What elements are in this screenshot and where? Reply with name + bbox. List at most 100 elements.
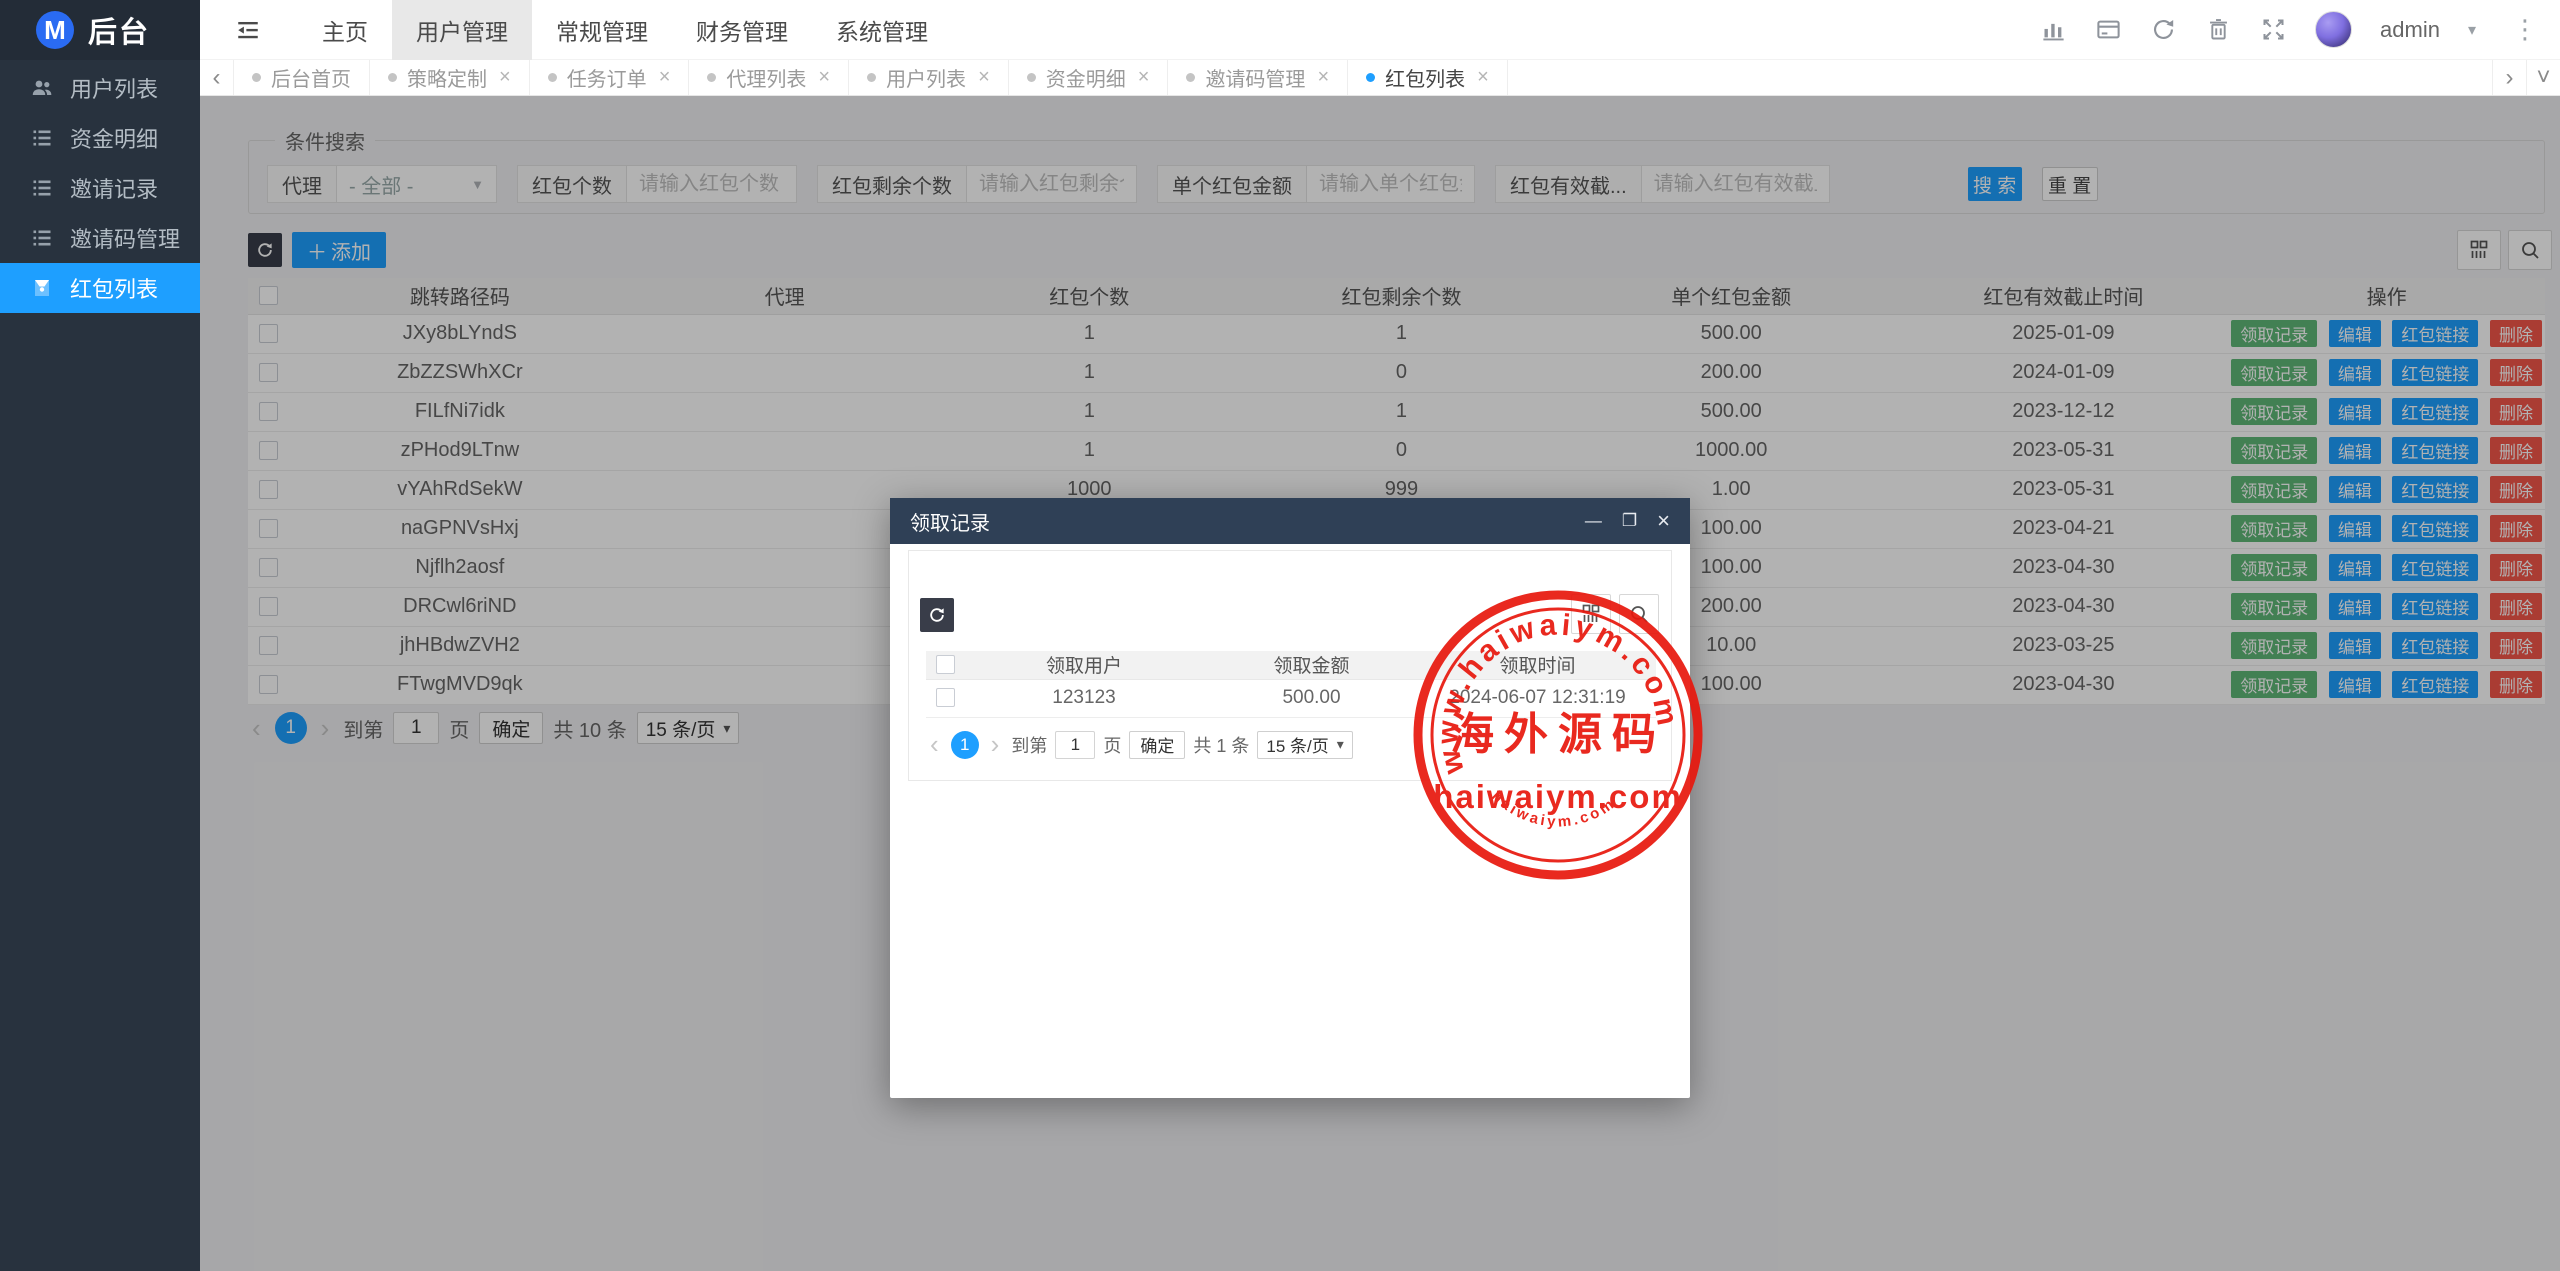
tab-close-icon[interactable]: × bbox=[659, 66, 671, 89]
tab[interactable]: 邀请码管理 × bbox=[1168, 60, 1348, 95]
brand-logo-icon: M bbox=[36, 11, 74, 49]
tab-label: 用户列表 bbox=[886, 63, 966, 92]
nav-item-user-mgmt[interactable]: 用户管理 bbox=[392, 0, 532, 60]
tab-close-icon[interactable]: × bbox=[978, 66, 990, 89]
tabs: 后台首页 × 策略定制 × 任务订单 × 代理列表 × 用户列表 bbox=[234, 60, 2492, 95]
modal-col-user: 领取用户 bbox=[964, 651, 1204, 679]
sidebar: M 后台 用户列表 资金明细 邀请记录 邀请码管理 红包列表 bbox=[0, 0, 200, 1271]
nav-item-home[interactable]: 主页 bbox=[298, 0, 392, 60]
modal-refresh-button[interactable] bbox=[920, 598, 954, 632]
tab[interactable]: 策略定制 × bbox=[370, 60, 530, 95]
nav-item-system-mgmt[interactable]: 系统管理 bbox=[812, 0, 952, 60]
modal-current-page[interactable]: 1 bbox=[951, 731, 979, 759]
fullscreen-icon[interactable] bbox=[2260, 16, 2287, 43]
chevron-down-icon[interactable]: ▾ bbox=[2468, 20, 2476, 40]
tabs-menu-icon[interactable]: ˅ bbox=[2526, 60, 2560, 95]
tab[interactable]: 代理列表 × bbox=[689, 60, 849, 95]
tab-label: 邀请码管理 bbox=[1205, 63, 1305, 92]
modal-title: 领取记录 bbox=[910, 507, 990, 536]
modal-page-input[interactable] bbox=[1055, 731, 1095, 759]
sidebar-item-label: 资金明细 bbox=[70, 122, 158, 154]
tab[interactable]: 任务订单 × bbox=[530, 60, 690, 95]
tab-dot-icon bbox=[548, 73, 557, 82]
modal-total-label: 共 1 条 bbox=[1193, 732, 1249, 758]
tab-dot-icon bbox=[1366, 73, 1375, 82]
select-caret-icon: ▾ bbox=[1337, 736, 1344, 753]
modal-cell-user: 123123 bbox=[964, 679, 1204, 717]
card-icon[interactable] bbox=[2095, 16, 2122, 43]
close-icon[interactable]: × bbox=[1657, 508, 1670, 534]
tab-dot-icon bbox=[252, 73, 261, 82]
sidebar-item-label: 邀请记录 bbox=[70, 172, 158, 204]
sidebar-toggle-icon[interactable] bbox=[228, 0, 268, 60]
tab-dot-icon bbox=[867, 73, 876, 82]
tabs-scroll-right-icon[interactable]: › bbox=[2492, 60, 2526, 95]
modal-header-row: 领取用户 领取金额 领取时间 bbox=[926, 651, 1656, 679]
minimize-icon[interactable]: — bbox=[1585, 511, 1602, 531]
modal-card: 领取用户 领取金额 领取时间 123123 500.00 2024-06-07 … bbox=[908, 550, 1672, 781]
modal-col-amount: 领取金额 bbox=[1204, 651, 1419, 679]
sidebar-item-funds[interactable]: 资金明细 bbox=[0, 113, 200, 163]
search-icon bbox=[1627, 602, 1651, 626]
sidebar-menu: 用户列表 资金明细 邀请记录 邀请码管理 红包列表 bbox=[0, 63, 200, 313]
kebab-menu-icon[interactable]: ⋮ bbox=[2504, 14, 2546, 45]
page-unit-label: 页 bbox=[1103, 732, 1121, 758]
bar-chart-icon[interactable] bbox=[2040, 16, 2067, 43]
modal-table-row: 123123 500.00 2024-06-07 12:31:19 bbox=[926, 679, 1656, 717]
modal-confirm-page-button[interactable]: 确定 bbox=[1129, 731, 1185, 759]
app-root: M 后台 用户列表 资金明细 邀请记录 邀请码管理 红包列表 bbox=[0, 0, 2560, 1271]
modal-row-checkbox[interactable] bbox=[936, 688, 955, 707]
modal-columns-button[interactable] bbox=[1571, 594, 1611, 634]
goto-label: 到第 bbox=[1011, 732, 1047, 758]
topbar: 主页 用户管理 常规管理 财务管理 系统管理 admin ▾ ⋮ bbox=[200, 0, 2560, 60]
tabs-scroll-left-icon[interactable]: ‹ bbox=[200, 60, 234, 95]
claim-records-modal: 领取记录 — ❐ × bbox=[890, 498, 1690, 1098]
sidebar-item-redpacket-list[interactable]: 红包列表 bbox=[0, 263, 200, 313]
list-icon bbox=[30, 176, 54, 200]
tab-label: 策略定制 bbox=[407, 63, 487, 92]
prev-page-icon[interactable]: ‹ bbox=[926, 729, 943, 760]
modal-search-button[interactable] bbox=[1619, 594, 1659, 634]
tab-dot-icon bbox=[1186, 73, 1195, 82]
tab-close-icon[interactable]: × bbox=[1317, 66, 1329, 89]
sidebar-item-invite-codes[interactable]: 邀请码管理 bbox=[0, 213, 200, 263]
modal-per-page-select[interactable]: 15 条/页 ▾ bbox=[1257, 731, 1352, 759]
tab-label: 任务订单 bbox=[567, 63, 647, 92]
modal-select-all-checkbox[interactable] bbox=[936, 655, 955, 674]
nav-item-finance-mgmt[interactable]: 财务管理 bbox=[672, 0, 812, 60]
trash-icon[interactable] bbox=[2205, 16, 2232, 43]
tab[interactable]: 后台首页 × bbox=[234, 60, 370, 95]
tab-close-icon[interactable]: × bbox=[1138, 66, 1150, 89]
modal-pagination: ‹ 1 › 到第 页 确定 共 1 条 15 条/页 ▾ bbox=[926, 729, 1353, 760]
tabbar: ‹ 后台首页 × 策略定制 × 任务订单 × 代理列表 × bbox=[200, 60, 2560, 96]
tab[interactable]: 红包列表 × bbox=[1348, 60, 1508, 95]
claim-records-table: 领取用户 领取金额 领取时间 123123 500.00 2024-06-07 … bbox=[926, 651, 1656, 718]
nav-item-general-mgmt[interactable]: 常规管理 bbox=[532, 0, 672, 60]
tab-label: 后台首页 bbox=[271, 63, 351, 92]
sidebar-item-invite-records[interactable]: 邀请记录 bbox=[0, 163, 200, 213]
maximize-icon[interactable]: ❐ bbox=[1622, 511, 1637, 531]
refresh-icon[interactable] bbox=[2150, 16, 2177, 43]
username-label[interactable]: admin bbox=[2380, 17, 2440, 43]
avatar[interactable] bbox=[2315, 11, 2352, 48]
tab-label: 资金明细 bbox=[1046, 63, 1126, 92]
modal-header[interactable]: 领取记录 — ❐ × bbox=[890, 498, 1690, 544]
tab-dot-icon bbox=[388, 73, 397, 82]
tab-close-icon[interactable]: × bbox=[818, 66, 830, 89]
list-icon bbox=[30, 126, 54, 150]
sidebar-item-user-list[interactable]: 用户列表 bbox=[0, 63, 200, 113]
tab-label: 红包列表 bbox=[1385, 63, 1465, 92]
tab[interactable]: 用户列表 × bbox=[849, 60, 1009, 95]
redpacket-icon bbox=[30, 276, 54, 300]
tab[interactable]: 资金明细 × bbox=[1009, 60, 1169, 95]
next-page-icon[interactable]: › bbox=[987, 729, 1004, 760]
tab-close-icon[interactable]: × bbox=[1477, 66, 1489, 89]
per-page-value: 15 条/页 bbox=[1266, 732, 1328, 757]
modal-cell-amount: 500.00 bbox=[1204, 679, 1419, 717]
modal-toolbar-right bbox=[1571, 594, 1659, 634]
brand-logo[interactable]: M 后台 bbox=[0, 0, 200, 60]
top-nav: 主页 用户管理 常规管理 财务管理 系统管理 bbox=[298, 0, 952, 60]
tab-close-icon[interactable]: × bbox=[499, 66, 511, 89]
topbar-right: admin ▾ ⋮ bbox=[2040, 11, 2560, 48]
columns-icon bbox=[1579, 602, 1603, 626]
